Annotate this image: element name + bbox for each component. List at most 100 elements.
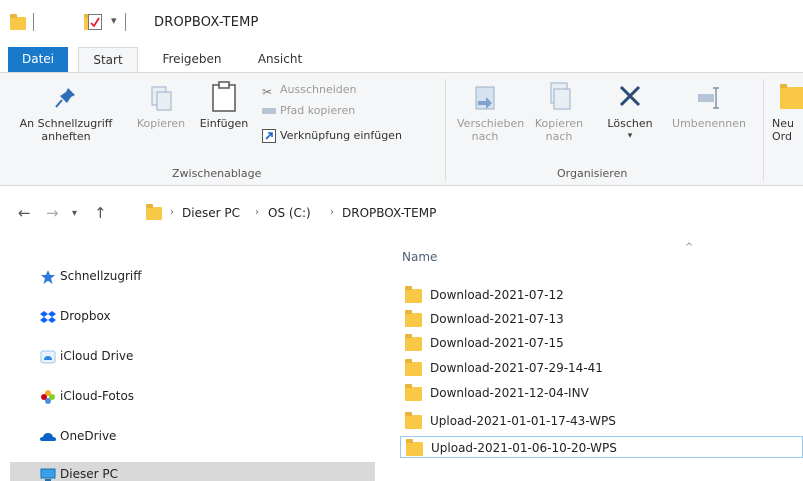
nav-item-label: iCloud-Fotos — [60, 389, 135, 403]
copy-to-icon — [550, 82, 571, 110]
nav-item-label: iCloud Drive — [60, 349, 134, 363]
delete-dropdown-icon[interactable]: ▾ — [600, 130, 660, 143]
cut-button[interactable]: ✂ Ausschneiden — [262, 81, 357, 99]
window-title: DROPBOX-TEMP — [154, 15, 259, 30]
navigation-pane: Schnellzugriff Dropbox iCloud Drive iClo… — [0, 248, 380, 481]
new-folder-button[interactable]: Neu Ord — [772, 83, 803, 143]
paste-label: Einfügen — [199, 117, 249, 130]
ribbon: An Schnellzugriff anheften Kopieren Einf… — [0, 72, 803, 186]
sort-ascending-icon: ^ — [685, 242, 694, 253]
tab-freigeben[interactable]: Freigeben — [147, 47, 237, 72]
tab-start[interactable]: Start — [78, 47, 138, 72]
back-arrow-icon[interactable]: ← — [18, 204, 31, 222]
file-row[interactable]: Download-2021-07-15 — [400, 332, 803, 354]
pin-icon — [55, 88, 75, 108]
nav-item-dropbox[interactable]: Dropbox — [40, 304, 111, 328]
file-row[interactable]: Upload-2021-01-01-17-43-WPS — [400, 410, 803, 432]
path-icon — [262, 108, 276, 114]
icloud-drive-icon — [40, 349, 56, 365]
shortcut-icon — [262, 129, 276, 143]
breadcrumb-dropbox-temp[interactable]: DROPBOX-TEMP — [342, 202, 436, 224]
copy-to-button[interactable]: Kopieren nach — [524, 81, 594, 143]
file-name: Download-2021-07-29-14-41 — [430, 361, 603, 375]
nav-item-label: Dropbox — [60, 309, 111, 323]
nav-item-schnellzugriff[interactable]: Schnellzugriff — [40, 264, 142, 288]
rename-label: Umbenennen — [672, 117, 746, 130]
rename-button[interactable]: Umbenennen — [664, 83, 754, 130]
copy-path-label: Pfad kopieren — [280, 104, 356, 117]
rename-icon — [698, 87, 719, 109]
folder-icon — [405, 383, 422, 401]
nav-item-onedrive[interactable]: OneDrive — [40, 424, 116, 448]
breadcrumb-os-c[interactable]: OS (C:) — [268, 202, 311, 224]
separator — [125, 13, 126, 31]
nav-item-label: Dieser PC — [60, 467, 118, 481]
breadcrumb-chevron-icon[interactable]: › — [330, 202, 334, 224]
file-row[interactable]: Download-2021-07-13 — [400, 308, 803, 330]
delete-button[interactable]: Löschen ▾ — [600, 81, 660, 143]
file-row[interactable]: Download-2021-07-29-14-41 — [400, 357, 803, 379]
tab-ansicht[interactable]: Ansicht — [245, 47, 315, 72]
nav-item-dieser-pc[interactable]: Dieser PC — [10, 462, 375, 481]
file-list: ^ Name Download-2021-07-12 Download-2021… — [395, 240, 803, 481]
nav-item-icloud-drive[interactable]: iCloud Drive — [40, 344, 133, 368]
folder-icon — [405, 309, 422, 327]
column-header-name[interactable]: Name — [402, 250, 437, 264]
breadcrumb-dieser-pc[interactable]: Dieser PC — [182, 202, 240, 224]
ribbon-tabs: Datei Start Freigeben Ansicht — [0, 47, 803, 72]
move-to-button[interactable]: Verschieben nach — [450, 83, 525, 143]
breadcrumb-chevron-icon[interactable]: › — [170, 202, 174, 224]
properties-icon[interactable] — [88, 14, 102, 30]
move-to-icon — [475, 86, 495, 110]
dropbox-icon — [40, 309, 56, 325]
folder-icon — [405, 333, 422, 351]
file-row-selected[interactable]: Upload-2021-01-06-10-20-WPS — [400, 436, 803, 458]
copy-label: Kopieren — [136, 117, 186, 130]
nav-item-label: OneDrive — [60, 429, 117, 443]
file-name: Download-2021-07-13 — [430, 312, 564, 326]
clipboard-group-label: Zwischenablage — [172, 167, 262, 180]
copy-icon — [151, 86, 172, 111]
recent-locations-chevron-icon[interactable]: ▾ — [72, 208, 77, 219]
paste-shortcut-label: Verknüpfung einfügen — [280, 129, 402, 142]
delete-label: Löschen — [607, 117, 653, 130]
quick-access-dropdown-icon[interactable]: ▾ — [111, 14, 117, 32]
title-bar: ▾ DROPBOX-TEMP — [0, 0, 803, 46]
clipboard-icon — [212, 81, 236, 112]
up-arrow-icon[interactable]: ↑ — [94, 204, 107, 222]
file-name: Download-2021-07-12 — [430, 288, 564, 302]
copy-button[interactable]: Kopieren — [130, 83, 192, 130]
breadcrumb-chevron-icon[interactable]: › — [255, 202, 259, 224]
delete-x-icon — [619, 85, 641, 107]
cut-label: Ausschneiden — [280, 83, 357, 96]
folder-icon — [406, 438, 423, 456]
move-to-label: Verschieben nach — [457, 117, 525, 143]
file-row[interactable]: Download-2021-07-12 — [400, 284, 803, 306]
group-divider — [763, 79, 764, 181]
file-name: Upload-2021-01-06-10-20-WPS — [431, 441, 617, 455]
pin-to-quick-access-button[interactable]: An Schnellzugriff anheften — [2, 83, 130, 143]
file-name: Download-2021-07-15 — [430, 336, 564, 350]
new-folder-icon — [780, 84, 803, 109]
folder-icon — [10, 14, 26, 30]
new-folder-label: Neu Ord — [772, 117, 794, 143]
folder-icon — [405, 285, 422, 303]
copy-path-button[interactable]: Pfad kopieren — [262, 102, 355, 120]
star-icon — [40, 269, 56, 285]
organize-group-label: Organisieren — [557, 167, 628, 180]
file-row[interactable]: Download-2021-12-04-INV — [400, 382, 803, 404]
paste-shortcut-button[interactable]: Verknüpfung einfügen — [262, 127, 402, 145]
copy-to-label: Kopieren nach — [534, 117, 584, 143]
icloud-photos-icon — [40, 389, 56, 405]
nav-item-icloud-fotos[interactable]: iCloud-Fotos — [40, 384, 134, 408]
folder-icon — [405, 411, 422, 429]
tab-datei[interactable]: Datei — [8, 47, 68, 72]
folder-icon — [405, 358, 422, 376]
forward-arrow-icon[interactable]: → — [46, 204, 59, 222]
nav-item-label: Schnellzugriff — [60, 269, 142, 283]
onedrive-cloud-icon — [40, 429, 56, 445]
computer-icon — [40, 467, 56, 481]
location-folder-icon — [146, 204, 162, 220]
paste-button[interactable]: Einfügen — [193, 81, 255, 130]
separator — [33, 13, 34, 31]
